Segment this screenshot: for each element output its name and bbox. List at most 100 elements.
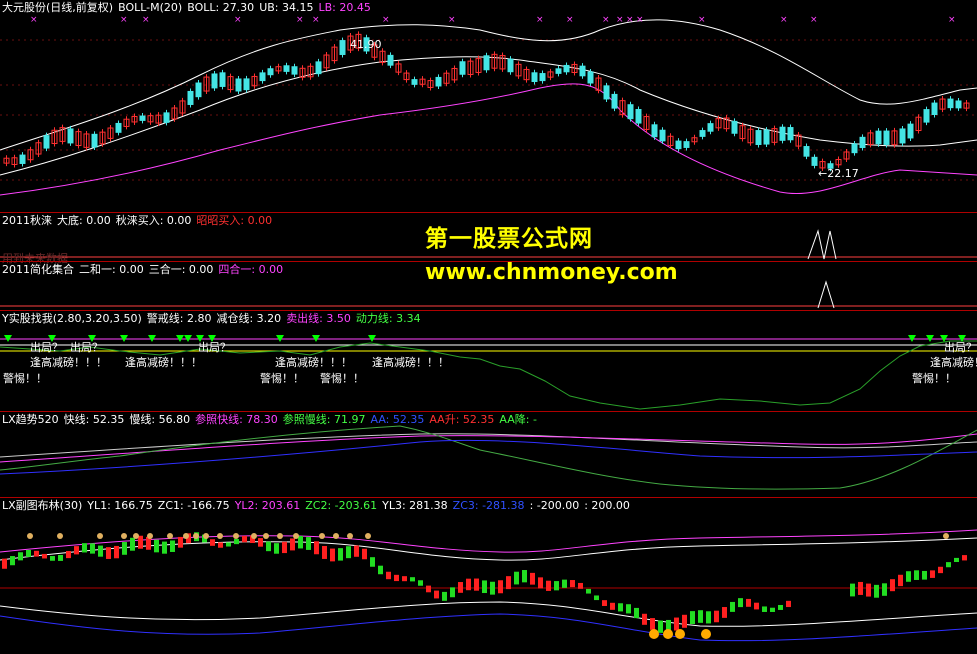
bulin-candle [162, 541, 167, 554]
bulin-candle [714, 610, 719, 623]
bulin-candle [298, 535, 303, 549]
bulin-candle [890, 579, 895, 592]
svg-text:×: × [616, 15, 624, 25]
bulin-candle [114, 545, 119, 559]
bulin-candle [50, 556, 55, 561]
siheyi-value: 四合一: 0.00 [218, 263, 284, 276]
bulin-candle [570, 580, 575, 588]
main-chart-header: 大元股份(日线,前复权) BOLL-M(20) BOLL: 27.30 UB: 34.… [2, 1, 376, 14]
bulin-candle [106, 547, 111, 559]
bulin-candle [674, 617, 679, 631]
bulin-candle [322, 545, 327, 559]
zhaozhao-buy-value: 昭昭买入: 0.00 [196, 214, 273, 227]
bulin-candle [858, 581, 863, 595]
marker-icon [121, 533, 127, 539]
fenggao-annotation: 逢高减磅！！！ [125, 356, 202, 369]
qushi-pane[interactable]: LX趋势520 快线: 52.35 慢线: 56.80 参照快线: 78.30 参照慢线… [0, 412, 977, 497]
bulin-candle [538, 577, 543, 589]
bulin-candle [530, 572, 535, 585]
low-price-label: ←22.17 [818, 167, 859, 180]
bulin-candle [898, 574, 903, 587]
chuju-annotation: 出局？ [30, 341, 63, 354]
main-chart-canvas[interactable]: 41.90 ←22.17 × × × × × × × × × × × × × × × × × × [0, 0, 977, 212]
bulin-candle [850, 583, 855, 597]
zc2-value: ZC2: -203.61 [305, 499, 378, 512]
bulin-candle [650, 618, 655, 630]
svg-text:×: × [312, 15, 320, 25]
bulin-candle [242, 535, 247, 543]
marker-icon [277, 533, 283, 539]
bulin-candle [770, 607, 775, 612]
marker-icon [203, 533, 209, 539]
marker-icon [251, 533, 257, 539]
bulin-candle [314, 541, 319, 555]
bulin-candle [490, 581, 495, 595]
svg-text:×: × [566, 15, 574, 25]
bulin-candle [434, 590, 439, 599]
svg-text:×: × [536, 15, 544, 25]
stock-name: 大元股份(日线,前复权) [2, 1, 114, 14]
bulin-candle [2, 558, 7, 569]
ub-value: UB: 34.15 [259, 1, 314, 14]
bulin-candle [122, 542, 127, 555]
bulin-candle [42, 553, 47, 559]
marker-icon [319, 533, 325, 539]
fast-line-value: 快线: 52.35 [63, 413, 125, 426]
bulin-candle [930, 570, 935, 578]
marker-icon [183, 533, 189, 539]
svg-text:×: × [30, 15, 38, 25]
bulin-candle [10, 556, 15, 566]
bulin-candle [290, 538, 295, 551]
bulin-candle [954, 557, 959, 563]
bulin-pane[interactable]: LX副图布林(30) YL1: 166.75 ZC1: -166.75 YL2: 20… [0, 498, 977, 654]
svg-text:×: × [948, 15, 956, 25]
bulin-candle [362, 548, 367, 560]
bulin-candle [498, 580, 503, 594]
marker-icon [233, 533, 239, 539]
bulin-candle [338, 548, 343, 561]
bulin-candle [138, 535, 143, 549]
bulin-candle [74, 546, 79, 555]
svg-text:×: × [142, 15, 150, 25]
chuju-annotation: 出局？ [944, 341, 977, 354]
watermark-url: www.chnmoney.com [425, 260, 678, 285]
fenggao-annotation: 逢高减磅！！！ [30, 356, 107, 369]
svg-text:×: × [626, 15, 634, 25]
ball-icon [663, 629, 673, 639]
bulin-candle [450, 587, 455, 598]
bulin-candle [738, 598, 743, 608]
maigu-pane[interactable]: Y实股找我(2.80,3.20,3.50) 警戒线: 2.80 减仓线: 3.20 卖… [0, 311, 977, 411]
bulin-candle [234, 539, 239, 545]
bulin-candle [354, 545, 359, 557]
bulin-candle [962, 555, 967, 561]
marker-icon [365, 533, 371, 539]
ub-line [0, 19, 977, 151]
yl1-value: YL1: 166.75 [87, 499, 153, 512]
bulin-candle [610, 602, 615, 610]
bulin-candle [762, 606, 767, 612]
bulin-candle [506, 576, 511, 590]
indicator-name: BOLL-M(20) [118, 1, 183, 14]
bulin-candle [746, 598, 751, 607]
bulin-candle [642, 613, 647, 625]
ball-icon [649, 629, 659, 639]
dadi-value: 大底: 0.00 [57, 214, 111, 227]
jingti-annotation: 警惕！！ [912, 372, 956, 385]
bulin-candle [946, 562, 951, 568]
sanheyi-value: 三合一: 0.00 [148, 263, 214, 276]
aa-down-value: AA降: - [499, 413, 537, 426]
bulin-candle [906, 571, 911, 582]
bulin-candle [922, 570, 927, 580]
ref-slow-value: 参照慢线: 71.97 [282, 413, 366, 426]
bulin-candle [634, 607, 639, 619]
zc1-value: ZC1: -166.75 [157, 499, 230, 512]
boll-line [0, 56, 977, 176]
bulin-candle [618, 603, 623, 612]
main-chart-pane[interactable]: 41.90 ←22.17 × × × × × × × × × × × × × × × × × × 大元股… [0, 0, 977, 212]
marker-icon [263, 533, 269, 539]
bulin-candle [418, 580, 423, 586]
marker-icon [347, 533, 353, 539]
jingjie-value: 警戒线: 2.80 [146, 312, 212, 325]
svg-text:×: × [602, 15, 610, 25]
bulin-candle [90, 543, 95, 554]
